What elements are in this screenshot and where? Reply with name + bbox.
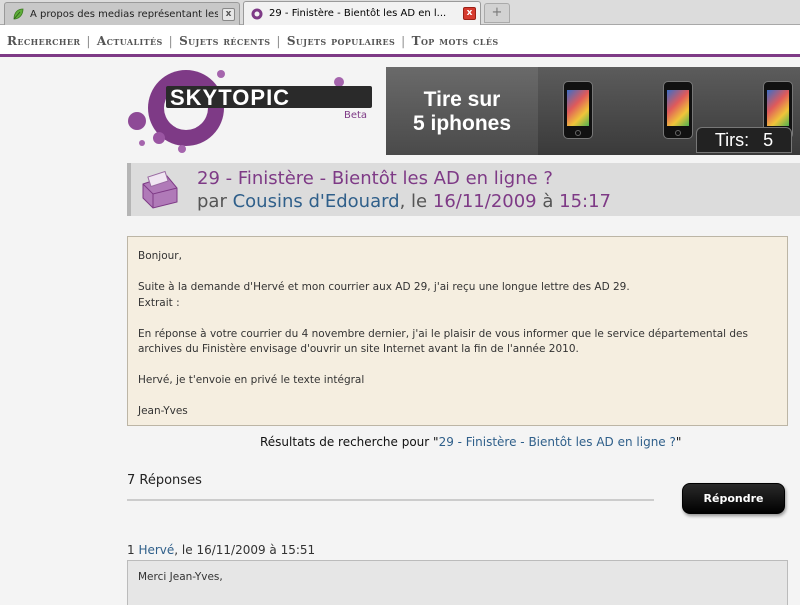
browser-tab-2[interactable]: 29 - Finistère - Bientôt les AD en l... … bbox=[243, 1, 481, 25]
post-paragraph: Extrait : bbox=[138, 296, 180, 309]
topic-date: 16/11/2009 bbox=[432, 191, 537, 212]
nav-sujets-populaires[interactable]: Sujets populaires bbox=[287, 34, 395, 48]
shots-value: 5 bbox=[763, 129, 774, 150]
reply-date: , le 16/11/2009 à 15:51 bbox=[174, 543, 316, 557]
leaf-icon bbox=[13, 8, 24, 20]
post-paragraph: Suite à la demande d'Hervé et mon courri… bbox=[138, 281, 630, 293]
tab-title: A propos des medias représentant les i..… bbox=[30, 8, 218, 20]
shots-counter: Tirs: 5 bbox=[696, 127, 792, 153]
post-paragraph: En réponse à votre courrier du 4 novembr… bbox=[138, 327, 748, 356]
banner-line2: 5 iphones bbox=[412, 112, 512, 135]
shots-label: Tirs: bbox=[714, 129, 750, 150]
logo-beta: Beta bbox=[344, 110, 367, 121]
banner-line1: Tire sur bbox=[423, 88, 501, 111]
post-paragraph: Hervé, je t'envoie en privé le texte int… bbox=[138, 374, 365, 386]
post-signature: Jean-Yves bbox=[138, 405, 188, 417]
search-results-line: Résultats de recherche pour "29 - Finist… bbox=[260, 435, 681, 449]
close-tab-icon[interactable]: x bbox=[463, 7, 476, 20]
reply-header: 1 Hervé, le 16/11/2009 à 15:51 bbox=[127, 543, 315, 557]
reply-author-link[interactable]: Hervé bbox=[138, 543, 174, 557]
nav-separator: | bbox=[276, 33, 281, 48]
reply-body: Merci Jean-Yves, bbox=[127, 560, 788, 605]
nav-sujets-recents[interactable]: Sujets récents bbox=[179, 34, 270, 48]
reply-number: 1 bbox=[127, 543, 135, 557]
reply-text: Merci Jean-Yves, bbox=[138, 571, 223, 583]
iphone-banner-ad[interactable]: Tire sur 5 iphones Tirs: 5 bbox=[386, 67, 800, 155]
byline-date-prefix: , le bbox=[399, 191, 428, 212]
nav-separator: | bbox=[168, 33, 174, 48]
topic-folder-icon bbox=[142, 170, 178, 209]
nav-separator: | bbox=[86, 33, 91, 48]
topic-title: 29 - Finistère - Bientôt les AD en ligne… bbox=[197, 168, 553, 189]
divider bbox=[127, 499, 654, 501]
byline-time-prefix: à bbox=[542, 191, 554, 212]
tab-title: 29 - Finistère - Bientôt les AD en l... bbox=[269, 8, 447, 19]
post-paragraph: Bonjour, bbox=[138, 250, 182, 262]
nav-rechercher[interactable]: Rechercher bbox=[7, 34, 80, 48]
byline-prefix: par bbox=[197, 191, 227, 212]
results-suffix: " bbox=[675, 435, 682, 449]
close-tab-icon[interactable]: x bbox=[222, 7, 235, 21]
topic-author-link[interactable]: Cousins d'Edouard bbox=[233, 191, 400, 212]
results-prefix: Résultats de recherche pour " bbox=[260, 435, 439, 449]
results-query-link[interactable]: 29 - Finistère - Bientôt les AD en ligne… bbox=[439, 435, 676, 449]
topic-time: 15:17 bbox=[559, 191, 611, 212]
nav-top-mots-cles[interactable]: Top mots clés bbox=[412, 34, 499, 48]
nav-separator: | bbox=[401, 33, 406, 48]
skytopic-icon bbox=[251, 8, 263, 19]
topic-post-body: Bonjour, Suite à la demande d'Hervé et m… bbox=[127, 236, 788, 426]
browser-tab-1[interactable]: A propos des medias représentant les i..… bbox=[4, 2, 240, 25]
topic-byline: par Cousins d'Edouard, le 16/11/2009 à 1… bbox=[197, 191, 611, 212]
main-nav: Rechercher | Actualités | Sujets récents… bbox=[0, 25, 800, 57]
topic-header: 29 - Finistère - Bientôt les AD en ligne… bbox=[127, 163, 800, 216]
reply-count: 7 Réponses bbox=[127, 473, 202, 488]
reply-button[interactable]: Répondre bbox=[682, 483, 785, 514]
iphone-icon bbox=[663, 81, 693, 139]
browser-tab-bar: A propos des medias représentant les i..… bbox=[0, 0, 800, 25]
new-tab-button[interactable]: + bbox=[484, 3, 510, 23]
iphone-icon bbox=[563, 81, 593, 139]
nav-actualites[interactable]: Actualités bbox=[97, 34, 163, 48]
logo-text: SKYTOPIC bbox=[170, 85, 290, 110]
skytopic-logo[interactable]: SKYTOPIC Beta bbox=[126, 66, 376, 158]
